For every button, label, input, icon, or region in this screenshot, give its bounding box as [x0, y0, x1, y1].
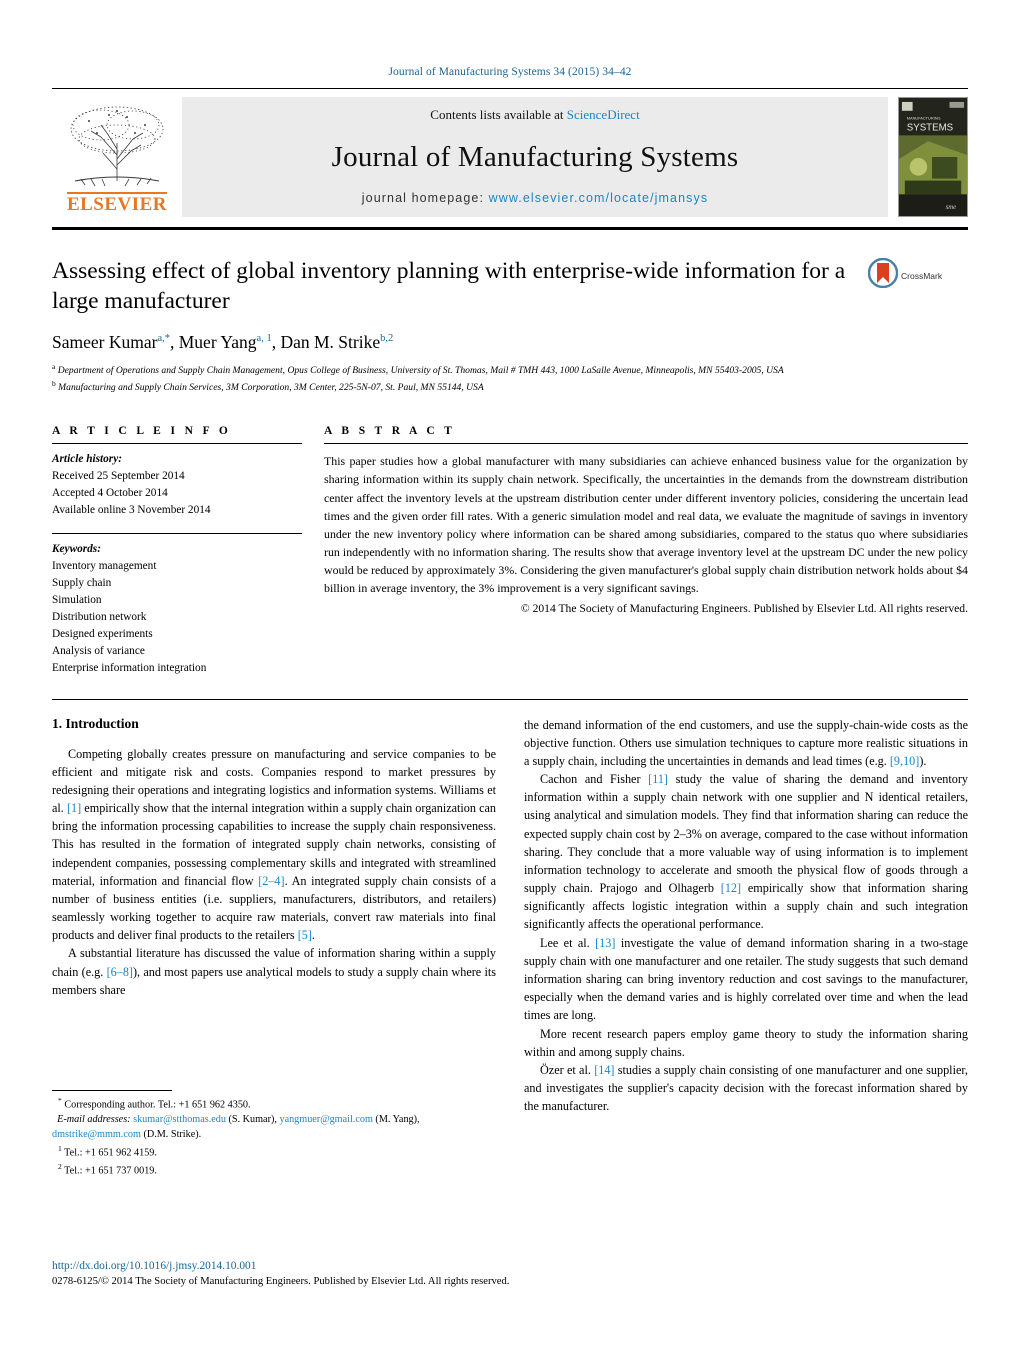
body-paragraph: More recent research papers employ game … — [524, 1026, 968, 1059]
footnote-tel-2-text: Tel.: +1 651 737 0019. — [64, 1165, 157, 1177]
body-column-right: the demand information of the end custom… — [524, 716, 968, 1179]
citation-ref[interactable]: [11] — [648, 772, 668, 786]
footnote-emails: E-mail addresses: skumar@stthomas.edu (S… — [52, 1114, 420, 1140]
keyword-item: Designed experiments — [52, 627, 153, 640]
header-rule — [52, 88, 968, 89]
footnote-corresponding-text: Corresponding author. Tel.: +1 651 962 4… — [64, 1099, 251, 1111]
abstract-column: A B S T R A C T This paper studies how a… — [324, 425, 968, 676]
abstract-heading: A B S T R A C T — [324, 425, 456, 438]
page-title: Assessing effect of global inventory pla… — [52, 258, 846, 315]
article-history: Article history: Received 25 September 2… — [52, 444, 302, 519]
citation-ref[interactable]: [13] — [595, 936, 615, 950]
citation-ref[interactable]: [2–4] — [258, 874, 284, 888]
email-link-strike[interactable]: dmstrike@mmm.com — [52, 1129, 141, 1140]
abstract-copyright: © 2014 The Society of Manufacturing Engi… — [520, 602, 968, 616]
article-history-label: Article history: — [52, 453, 122, 466]
elsevier-tree-icon — [61, 103, 173, 191]
email-owner-yang: (M. Yang) — [375, 1114, 418, 1126]
body-paragraph: A substantial literature has discussed t… — [52, 946, 496, 997]
elsevier-logo: ELSEVIER — [52, 97, 182, 217]
history-accepted: Accepted 4 October 2014 — [52, 487, 168, 500]
info-abstract-row: A R T I C L E I N F O Article history: R… — [52, 425, 968, 676]
body-paragraph: Cachon and Fisher [11] study the value o… — [524, 772, 969, 932]
elsevier-wordmark: ELSEVIER — [66, 192, 168, 216]
doi-link[interactable]: http://dx.doi.org/10.1016/j.jmsy.2014.10… — [52, 1259, 692, 1274]
citation-ref[interactable]: [9,10] — [890, 754, 919, 768]
body-paragraph: Özer et al. [14] studies a supply chain … — [524, 1062, 968, 1114]
keyword-item: Simulation — [52, 593, 102, 606]
section-heading-introduction: 1. Introduction — [52, 715, 139, 731]
running-head: Journal of Manufacturing Systems 34 (201… — [388, 66, 632, 78]
paper-page: Journal of Manufacturing Systems 34 (201… — [0, 0, 1020, 1351]
footnote-block: * Corresponding author. Tel.: +1 651 962… — [52, 1089, 496, 1179]
footnote-tel-2: 2 Tel.: +1 651 737 0019. — [58, 1161, 157, 1177]
history-received: Received 25 September 2014 — [52, 470, 185, 483]
keywords-block: Keywords: Inventory management Supply ch… — [52, 534, 302, 677]
email-label: E-mail addresses: — [57, 1114, 131, 1126]
crossmark-icon — [867, 257, 899, 293]
keywords-label: Keywords: — [52, 543, 101, 556]
contents-available-line: Contents lists available at ScienceDirec… — [430, 107, 639, 123]
issn-copyright-line: 0278-6125/© 2014 The Society of Manufact… — [52, 1275, 510, 1287]
email-link-yang[interactable]: yangmuer@gmail.com — [279, 1114, 372, 1125]
svg-text:SYSTEMS: SYSTEMS — [907, 122, 954, 133]
affiliation-a: a Department of Operations and Supply Ch… — [52, 362, 784, 377]
sciencedirect-link[interactable]: ScienceDirect — [567, 107, 640, 122]
keyword-item: Inventory management — [52, 560, 157, 573]
citation-ref[interactable]: [5] — [298, 928, 312, 942]
homepage-prefix: journal homepage: — [361, 191, 485, 205]
journal-title: Journal of Manufacturing Systems — [331, 140, 739, 173]
citation-ref[interactable]: [6–8] — [107, 965, 133, 979]
body-paragraph: Competing globally creates pressure on m… — [52, 746, 497, 943]
email-owner-strike: (D.M. Strike) — [143, 1128, 199, 1140]
homepage-url[interactable]: www.elsevier.com/locate/jmansys — [489, 191, 709, 205]
journal-homepage-line: journal homepage: www.elsevier.com/locat… — [362, 191, 708, 205]
article-info-heading: A R T I C L E I N F O — [52, 425, 232, 438]
journal-cover-thumbnail: MANUFACTURING SYSTEMS sme — [898, 97, 968, 217]
affiliation-a-text: Department of Operations and Supply Chai… — [57, 365, 784, 377]
body-column-left: 1. Introduction Competing globally creat… — [52, 716, 496, 1179]
keyword-item: Enterprise information integration — [52, 661, 207, 674]
svg-text:MANUFACTURING: MANUFACTURING — [907, 116, 941, 121]
author-list: Sameer Kumara,*, Muer Yanga, 1, Dan M. S… — [52, 332, 394, 353]
title-block: Assessing effect of global inventory pla… — [52, 256, 968, 395]
email-owner-kumar: (S. Kumar) — [228, 1114, 275, 1126]
body-top-rule — [52, 698, 968, 700]
page-footer: http://dx.doi.org/10.1016/j.jmsy.2014.10… — [52, 1259, 692, 1289]
body-paragraph: Lee et al. [13] investigate the value of… — [524, 935, 968, 1023]
footnote-rule — [52, 1089, 172, 1091]
email-link-kumar[interactable]: skumar@stthomas.edu — [133, 1114, 226, 1125]
citation-ref[interactable]: [12] — [721, 881, 741, 895]
crossmark-badge[interactable]: CrossMark — [867, 257, 968, 293]
journal-masthead: ELSEVIER Contents lists available at Sci… — [52, 97, 968, 217]
citation-ref[interactable]: [14] — [594, 1063, 614, 1077]
body-paragraph: the demand information of the end custom… — [524, 717, 968, 768]
crossmark-label: CrossMark — [901, 270, 943, 281]
keyword-item: Analysis of variance — [52, 644, 145, 657]
citation-ref[interactable]: [1] — [67, 801, 81, 815]
affiliation-b-text: Manufacturing and Supply Chain Services,… — [58, 382, 484, 394]
svg-text:sme: sme — [946, 204, 957, 211]
history-online: Available online 3 November 2014 — [52, 504, 211, 517]
footnote-tel-1-text: Tel.: +1 651 962 4159. — [64, 1147, 157, 1159]
keyword-item: Supply chain — [52, 576, 112, 589]
abstract-text: This paper studies how a global manufact… — [324, 454, 968, 595]
footnote-corresponding-author: * Corresponding author. Tel.: +1 651 962… — [58, 1095, 251, 1111]
footnote-tel-1: 1 Tel.: +1 651 962 4159. — [58, 1143, 157, 1159]
article-info-column: A R T I C L E I N F O Article history: R… — [52, 425, 302, 676]
body-columns: 1. Introduction Competing globally creat… — [52, 716, 968, 1179]
contents-prefix: Contents lists available at — [430, 107, 564, 122]
keyword-item: Distribution network — [52, 610, 147, 623]
affiliation-b: b Manufacturing and Supply Chain Service… — [52, 379, 484, 394]
masthead-bottom-rule — [52, 227, 968, 230]
masthead-band: Contents lists available at ScienceDirec… — [182, 97, 888, 217]
